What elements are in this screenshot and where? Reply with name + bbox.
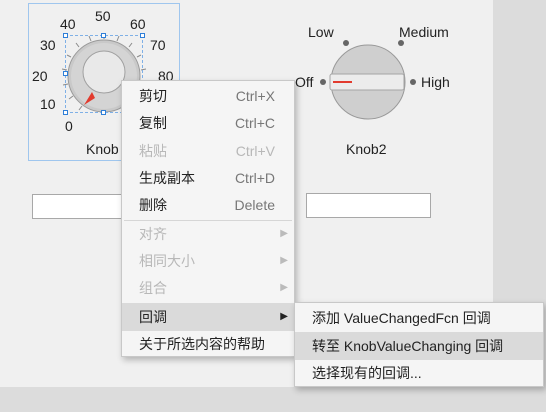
edit-field-2[interactable] (306, 193, 431, 218)
menu-item-delete-label: 删除 (139, 197, 167, 213)
menu-item-help[interactable]: 关于所选内容的帮助 (122, 330, 294, 358)
resize-handle-top[interactable] (101, 33, 106, 38)
menu-item-duplicate-shortcut: Ctrl+D (234, 170, 275, 186)
resize-handle-top-right[interactable] (140, 33, 145, 38)
menu-item-group-label: 组合 (139, 280, 167, 296)
submenu-item-goto-label: 转至 KnobValueChanging 回调 (312, 338, 504, 354)
submenu-arrow-icon: ▶ (280, 255, 288, 266)
menu-item-cut-label: 剪切 (139, 88, 167, 104)
resize-handle-bottom-left[interactable] (63, 110, 68, 115)
submenu-item-select-label: 选择现有的回调... (312, 365, 422, 381)
submenu-arrow-icon: ▶ (280, 282, 288, 293)
menu-item-duplicate[interactable]: 生成副本 Ctrl+D (122, 164, 294, 192)
submenu-item-add-label: 添加 ValueChangedFcn 回调 (312, 310, 491, 326)
knob2-state-off: Off (295, 74, 314, 90)
resize-handle-left[interactable] (63, 71, 68, 76)
knob1-label: Knob (86, 141, 119, 157)
knob1-tick-30: 30 (40, 37, 56, 53)
edit-field-1[interactable] (32, 194, 124, 219)
menu-item-paste-label: 粘贴 (139, 143, 167, 159)
menu-item-delete[interactable]: 删除 Delete (122, 191, 294, 219)
menu-item-cut-shortcut: Ctrl+X (235, 88, 275, 104)
submenu-arrow-icon: ▶ (280, 311, 288, 322)
menu-item-same-size[interactable]: 相同大小 ▶ (122, 247, 294, 275)
canvas-margin-bottom (0, 387, 546, 412)
menu-item-group[interactable]: 组合 ▶ (122, 274, 294, 302)
submenu-item-add-valuechangedfcn[interactable]: 添加 ValueChangedFcn 回调 (295, 304, 543, 332)
menu-item-duplicate-label: 生成副本 (139, 170, 195, 186)
menu-item-align-label: 对齐 (139, 226, 167, 242)
menu-item-copy[interactable]: 复制 Ctrl+C (122, 109, 294, 137)
menu-item-copy-label: 复制 (139, 115, 167, 131)
knob2-label: Knob2 (346, 141, 387, 157)
menu-item-delete-shortcut: Delete (234, 197, 275, 213)
menu-item-align[interactable]: 对齐 ▶ (122, 220, 294, 248)
menu-item-same-size-label: 相同大小 (139, 253, 195, 269)
menu-item-copy-shortcut: Ctrl+C (234, 115, 275, 131)
knob2-state-high: High (421, 74, 450, 90)
knob1-tick-20: 20 (32, 68, 48, 84)
knob1-tick-10: 10 (40, 96, 56, 112)
menu-item-paste[interactable]: 粘贴 Ctrl+V (122, 137, 294, 165)
context-menu: 剪切 Ctrl+X 复制 Ctrl+C 粘贴 Ctrl+V 生成副本 Ctrl+… (121, 80, 295, 357)
menu-item-callbacks-label: 回调 (139, 309, 167, 325)
knob2-dial[interactable] (318, 38, 418, 128)
resize-handle-top-left[interactable] (63, 33, 68, 38)
submenu-arrow-icon: ▶ (280, 228, 288, 239)
menu-item-cut[interactable]: 剪切 Ctrl+X (122, 82, 294, 110)
menu-item-paste-shortcut: Ctrl+V (235, 143, 275, 159)
menu-item-callbacks[interactable]: 回调 ▶ (122, 303, 294, 331)
callback-submenu: 添加 ValueChangedFcn 回调 转至 KnobValueChangi… (294, 302, 544, 387)
submenu-item-goto-knobvaluechanging[interactable]: 转至 KnobValueChanging 回调 (295, 332, 543, 360)
knob1-tick-50: 50 (95, 8, 111, 24)
menu-item-help-label: 关于所选内容的帮助 (139, 336, 265, 352)
resize-handle-bottom[interactable] (101, 110, 106, 115)
submenu-item-select-existing[interactable]: 选择现有的回调... (295, 359, 543, 387)
